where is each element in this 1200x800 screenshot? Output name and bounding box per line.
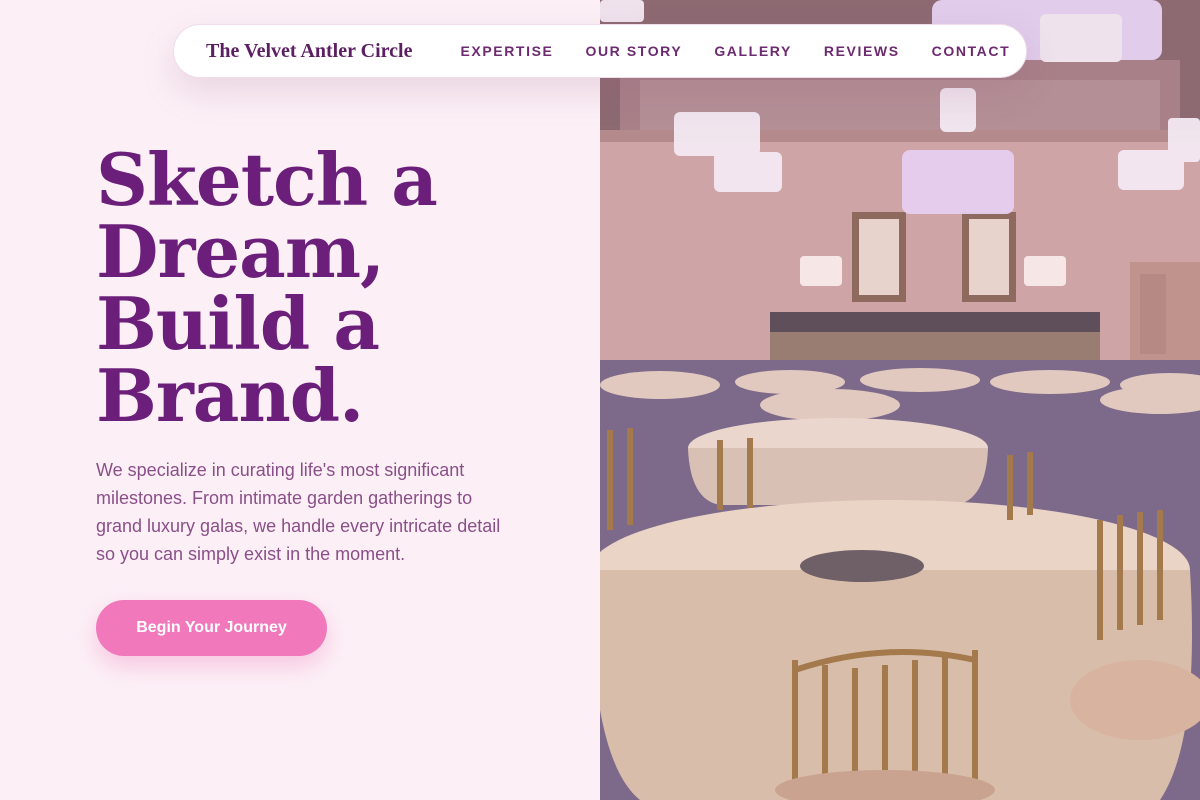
nav-link-contact[interactable]: CONTACT (932, 43, 1011, 59)
hero-headline: Sketch a Dream, Build a Brand. (96, 144, 536, 432)
headline-line: Sketch a (96, 137, 438, 222)
nav-link-gallery[interactable]: GALLERY (714, 43, 792, 59)
hero-image-ballroom (600, 0, 1200, 800)
nav-link-our-story[interactable]: OUR STORY (585, 43, 682, 59)
hero-description: We specialize in curating life's most si… (96, 460, 501, 564)
headline-line: Dream, (96, 209, 385, 294)
nav-link-expertise[interactable]: EXPERTISE (460, 43, 553, 59)
ballroom-illustration (600, 0, 1200, 800)
begin-journey-button[interactable]: Begin Your Journey (96, 600, 327, 656)
headline-line: Brand. (96, 353, 364, 438)
brand-logo-link[interactable]: The Velvet Antler Circle (206, 40, 412, 63)
top-navigation: The Velvet Antler Circle EXPERTISE OUR S… (173, 24, 1027, 78)
nav-link-reviews[interactable]: REVIEWS (824, 43, 900, 59)
nav-links: EXPERTISE OUR STORY GALLERY REVIEWS CONT… (460, 43, 1010, 59)
headline-line: Build a (96, 281, 380, 366)
